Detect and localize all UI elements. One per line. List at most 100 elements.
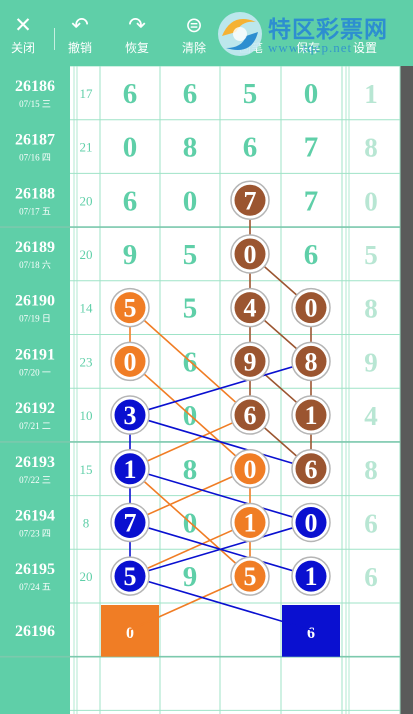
issue-date: 07/23 四 [19, 528, 51, 538]
marked-digit-value: 8 [305, 347, 318, 376]
issue-date: 07/21 二 [19, 421, 51, 431]
sum-value: 21 [80, 140, 93, 155]
sum-value: 17 [80, 86, 94, 101]
marked-digit-value: 1 [124, 455, 137, 484]
marked-digit-value: 6 [244, 401, 257, 430]
marked-digit-blue: 1 [110, 449, 150, 489]
redo-button[interactable]: ↷ 恢复 [112, 0, 162, 66]
marked-digit-orange: 0 [110, 341, 150, 382]
marked-digit-orange: 5 [110, 287, 150, 328]
marked-digit-blue: 7 [110, 502, 150, 543]
marked-digit-value: 1 [244, 508, 257, 537]
draw-digit: 6 [183, 78, 198, 110]
issue-number: 26195 [15, 561, 55, 578]
issue-number: 26194 [15, 507, 55, 524]
issue-date: 07/22 三 [19, 475, 51, 485]
draw-digit: 7 [304, 185, 319, 217]
marked-digit-value: 0 [305, 294, 318, 323]
extra-digit: 4 [364, 401, 378, 431]
sum-value: 8 [83, 515, 90, 530]
draw-digit: 5 [243, 78, 258, 110]
marked-digit-brown: 1 [291, 395, 331, 435]
marked-digit-value: 0 [124, 347, 137, 376]
marked-digit-brown: 4 [230, 287, 270, 328]
watermark-url: www.tqcp.net [268, 40, 353, 55]
issue-number: 26187 [15, 132, 55, 149]
issue-date: 07/18 六 [19, 259, 51, 270]
undo-icon: ↶ [71, 14, 89, 37]
extra-column-bg [342, 66, 400, 714]
extra-digit: 1 [364, 79, 378, 109]
extra-digit: 9 [364, 347, 378, 377]
draw-digit: 9 [183, 561, 198, 593]
sum-value: 23 [80, 354, 93, 369]
issue-date: 07/20 一 [19, 367, 51, 377]
sum-value: 14 [80, 301, 94, 316]
marked-digit-brown: 6 [230, 395, 270, 435]
issue-date: 07/19 日 [19, 314, 51, 324]
watermark: 特区彩票网 www.tqcp.net [212, 6, 412, 62]
swirl-logo-icon [218, 12, 262, 56]
draw-digit: 0 [123, 132, 138, 164]
draw-digit: 7 [304, 132, 319, 164]
marked-digit-brown: 6 [291, 449, 331, 489]
issue-number: 26192 [15, 400, 55, 417]
marked-digit-value: 4 [244, 294, 257, 323]
undo-button[interactable]: ↶ 撤销 [55, 0, 105, 66]
toolbar-button-label: 恢复 [124, 41, 149, 55]
issue-date: 07/17 五 [19, 206, 51, 216]
marked-digit-value: 5 [244, 562, 257, 591]
extra-digit: 8 [364, 133, 378, 163]
close-button[interactable]: ✕ 关闭 [0, 0, 48, 66]
issue-number: 26188 [15, 185, 55, 202]
draw-digit: 9 [123, 239, 138, 271]
extra-digit: 0 [364, 186, 378, 216]
sum-value: 20 [80, 193, 93, 208]
issue-date: 07/15 三 [19, 99, 51, 109]
issue-column-bg [0, 66, 70, 714]
marked-digit-value: 0 [305, 508, 318, 537]
marked-digit-brown: 0 [291, 287, 331, 328]
prediction-value: 0 [126, 625, 134, 642]
marked-digit-brown: 7 [230, 180, 270, 220]
issue-date: 07/16 四 [19, 153, 51, 163]
marked-digit-orange: 1 [230, 502, 270, 543]
marked-digit-value: 5 [124, 294, 137, 323]
toolbar-button-label: 关闭 [10, 41, 35, 55]
issue-number: 26189 [15, 239, 55, 256]
toolbar-button-label: 撤销 [67, 41, 92, 55]
toolbar-divider [54, 28, 55, 50]
extra-digit: 5 [364, 240, 378, 270]
issue-number: 26190 [15, 293, 55, 310]
marked-digit-blue: 5 [110, 556, 150, 596]
marked-digit-brown: 0 [230, 234, 270, 274]
extra-digit: 6 [364, 508, 378, 538]
sum-value: 20 [80, 569, 93, 584]
draw-digit: 6 [123, 78, 138, 110]
draw-digit: 6 [243, 132, 258, 164]
marked-digit-value: 5 [124, 562, 137, 591]
issue-number: 26191 [15, 346, 55, 363]
marked-digit-value: 7 [124, 508, 137, 537]
marked-digit-orange: 0 [230, 449, 270, 489]
watermark-title: 特区彩票网 [268, 16, 388, 42]
right-edge-bar [400, 66, 413, 714]
marked-digit-value: 6 [305, 455, 318, 484]
marked-digit-blue: 0 [291, 502, 331, 543]
marked-digit-orange: 5 [230, 556, 270, 596]
draw-digit: 5 [183, 293, 198, 325]
trend-board: 2618607/15 三17 16 6 5 02618707/16 四21 80 8 6 726… [0, 66, 413, 714]
issue-date: 07/24 五 [19, 582, 51, 592]
marked-digit-blue: 1 [291, 556, 331, 596]
marked-digit-value: 1 [305, 562, 318, 591]
marked-digit-value: 0 [244, 455, 257, 484]
close-icon: ✕ [14, 14, 32, 37]
marked-digit-value: 9 [244, 347, 257, 376]
sum-value: 15 [80, 462, 93, 477]
marked-digit-blue: 3 [110, 395, 150, 435]
draw-digit: 5 [183, 239, 198, 271]
issue-number: 26196 [15, 623, 55, 640]
extra-digit: 6 [364, 562, 378, 592]
draw-digit: 0 [183, 185, 198, 217]
marked-digit-value: 7 [244, 186, 257, 215]
